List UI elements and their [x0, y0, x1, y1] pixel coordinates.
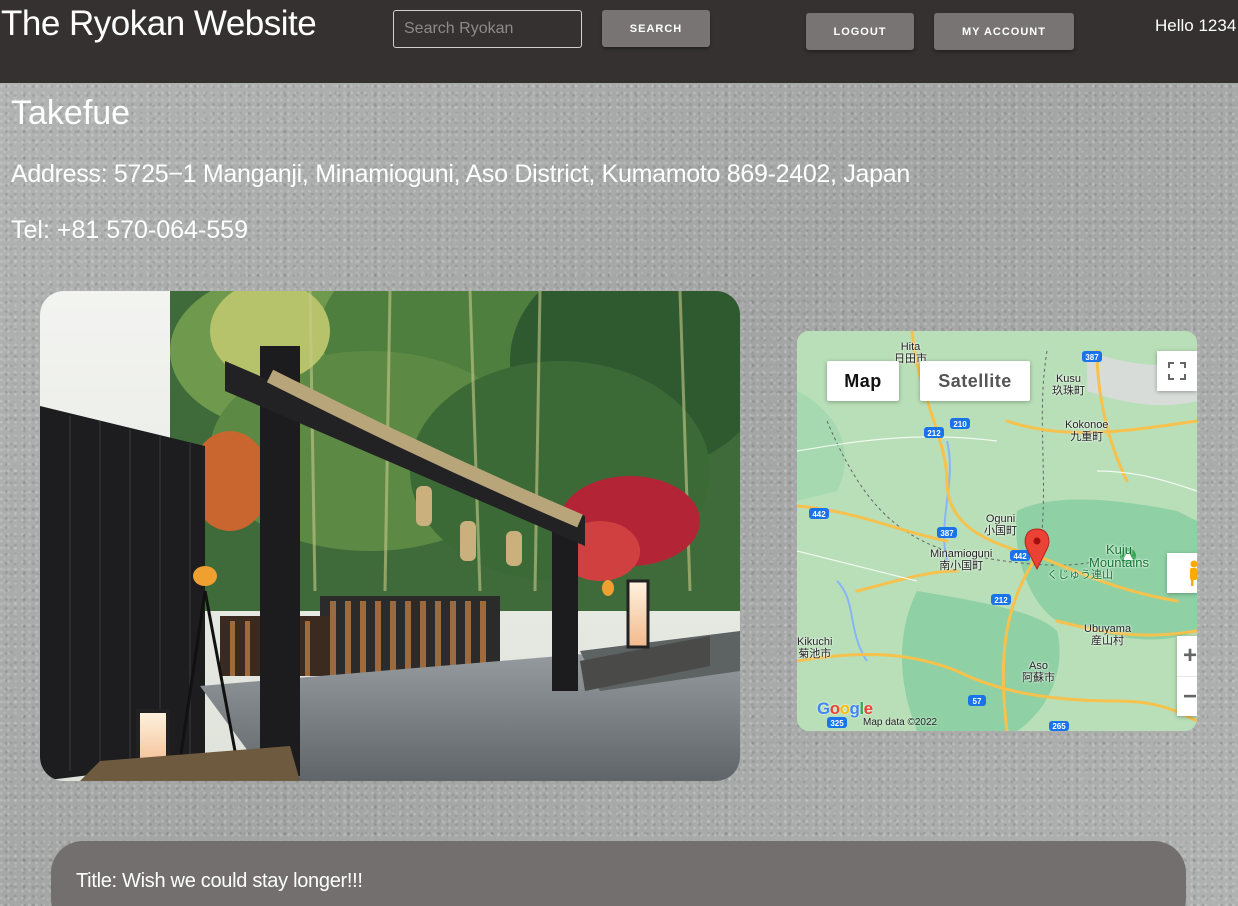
top-navbar: The Ryokan Website SEARCH LOGOUT MY ACCO…: [0, 0, 1238, 83]
route-442-b: 442: [1013, 552, 1027, 561]
fullscreen-icon-glyph: [1168, 362, 1186, 380]
user-greeting: Hello 1234: [1155, 16, 1237, 35]
place-kusu: Kusu 玖珠町: [1052, 373, 1085, 397]
place-kokonoe: Kokonoe 九重町: [1065, 419, 1109, 443]
place-aso: Aso 阿蘇市: [1022, 660, 1055, 684]
site-title[interactable]: The Ryokan Website: [1, 4, 317, 44]
zoom-in-button[interactable]: +: [1177, 636, 1197, 676]
ryokan-name: Takefue: [11, 94, 131, 132]
pegman-icon[interactable]: [1167, 553, 1197, 593]
route-387-b: 387: [940, 529, 954, 538]
route-212-a: 212: [927, 429, 941, 438]
map-attribution[interactable]: Map data ©2022: [863, 717, 937, 728]
search-input[interactable]: [393, 10, 582, 48]
place-kuju-jp: くじゅう連山: [1047, 569, 1113, 581]
zoom-controls: + −: [1177, 636, 1197, 716]
review-title: Title: Wish we could stay longer!!!: [76, 870, 363, 892]
ryokan-phone: Tel: +81 570-064-559: [11, 216, 248, 244]
place-ubuyama: Ubuyama 産山村: [1084, 623, 1132, 647]
fullscreen-icon[interactable]: [1157, 351, 1197, 391]
ryokan-photo: [40, 291, 740, 781]
search-button[interactable]: SEARCH: [602, 10, 710, 47]
place-oguni: Oguni 小国町: [984, 513, 1017, 537]
route-210: 210: [953, 420, 967, 429]
review-card: Title: Wish we could stay longer!!!: [51, 841, 1186, 906]
route-442-a: 442: [812, 510, 826, 519]
zoom-out-button[interactable]: −: [1177, 676, 1197, 716]
my-account-button[interactable]: MY ACCOUNT: [934, 13, 1074, 50]
place-kuju-mountains: Kuju Mountains: [1089, 542, 1149, 570]
google-logo[interactable]: Google: [817, 699, 873, 719]
ryokan-address: Address: 5725−1 Manganji, Minamioguni, A…: [11, 160, 910, 188]
route-212-b: 212: [994, 596, 1008, 605]
route-265: 265: [1052, 722, 1066, 731]
route-325: 325: [830, 719, 844, 728]
ryokan-entrance-image: [40, 291, 740, 781]
google-map[interactable]: 387 210 212 442 387 442 212 57 325 265 H…: [797, 331, 1197, 731]
place-kikuchi: Kikuchi 菊池市: [797, 636, 833, 660]
route-387-a: 387: [1085, 353, 1099, 362]
logout-button[interactable]: LOGOUT: [806, 13, 914, 50]
map-type-map-button[interactable]: Map: [827, 361, 899, 401]
map-type-satellite-button[interactable]: Satellite: [920, 361, 1030, 401]
route-57: 57: [973, 697, 982, 706]
place-minamioguni: Minamioguni 南小国町: [930, 548, 993, 572]
pegman-glyph: [1190, 560, 1197, 586]
